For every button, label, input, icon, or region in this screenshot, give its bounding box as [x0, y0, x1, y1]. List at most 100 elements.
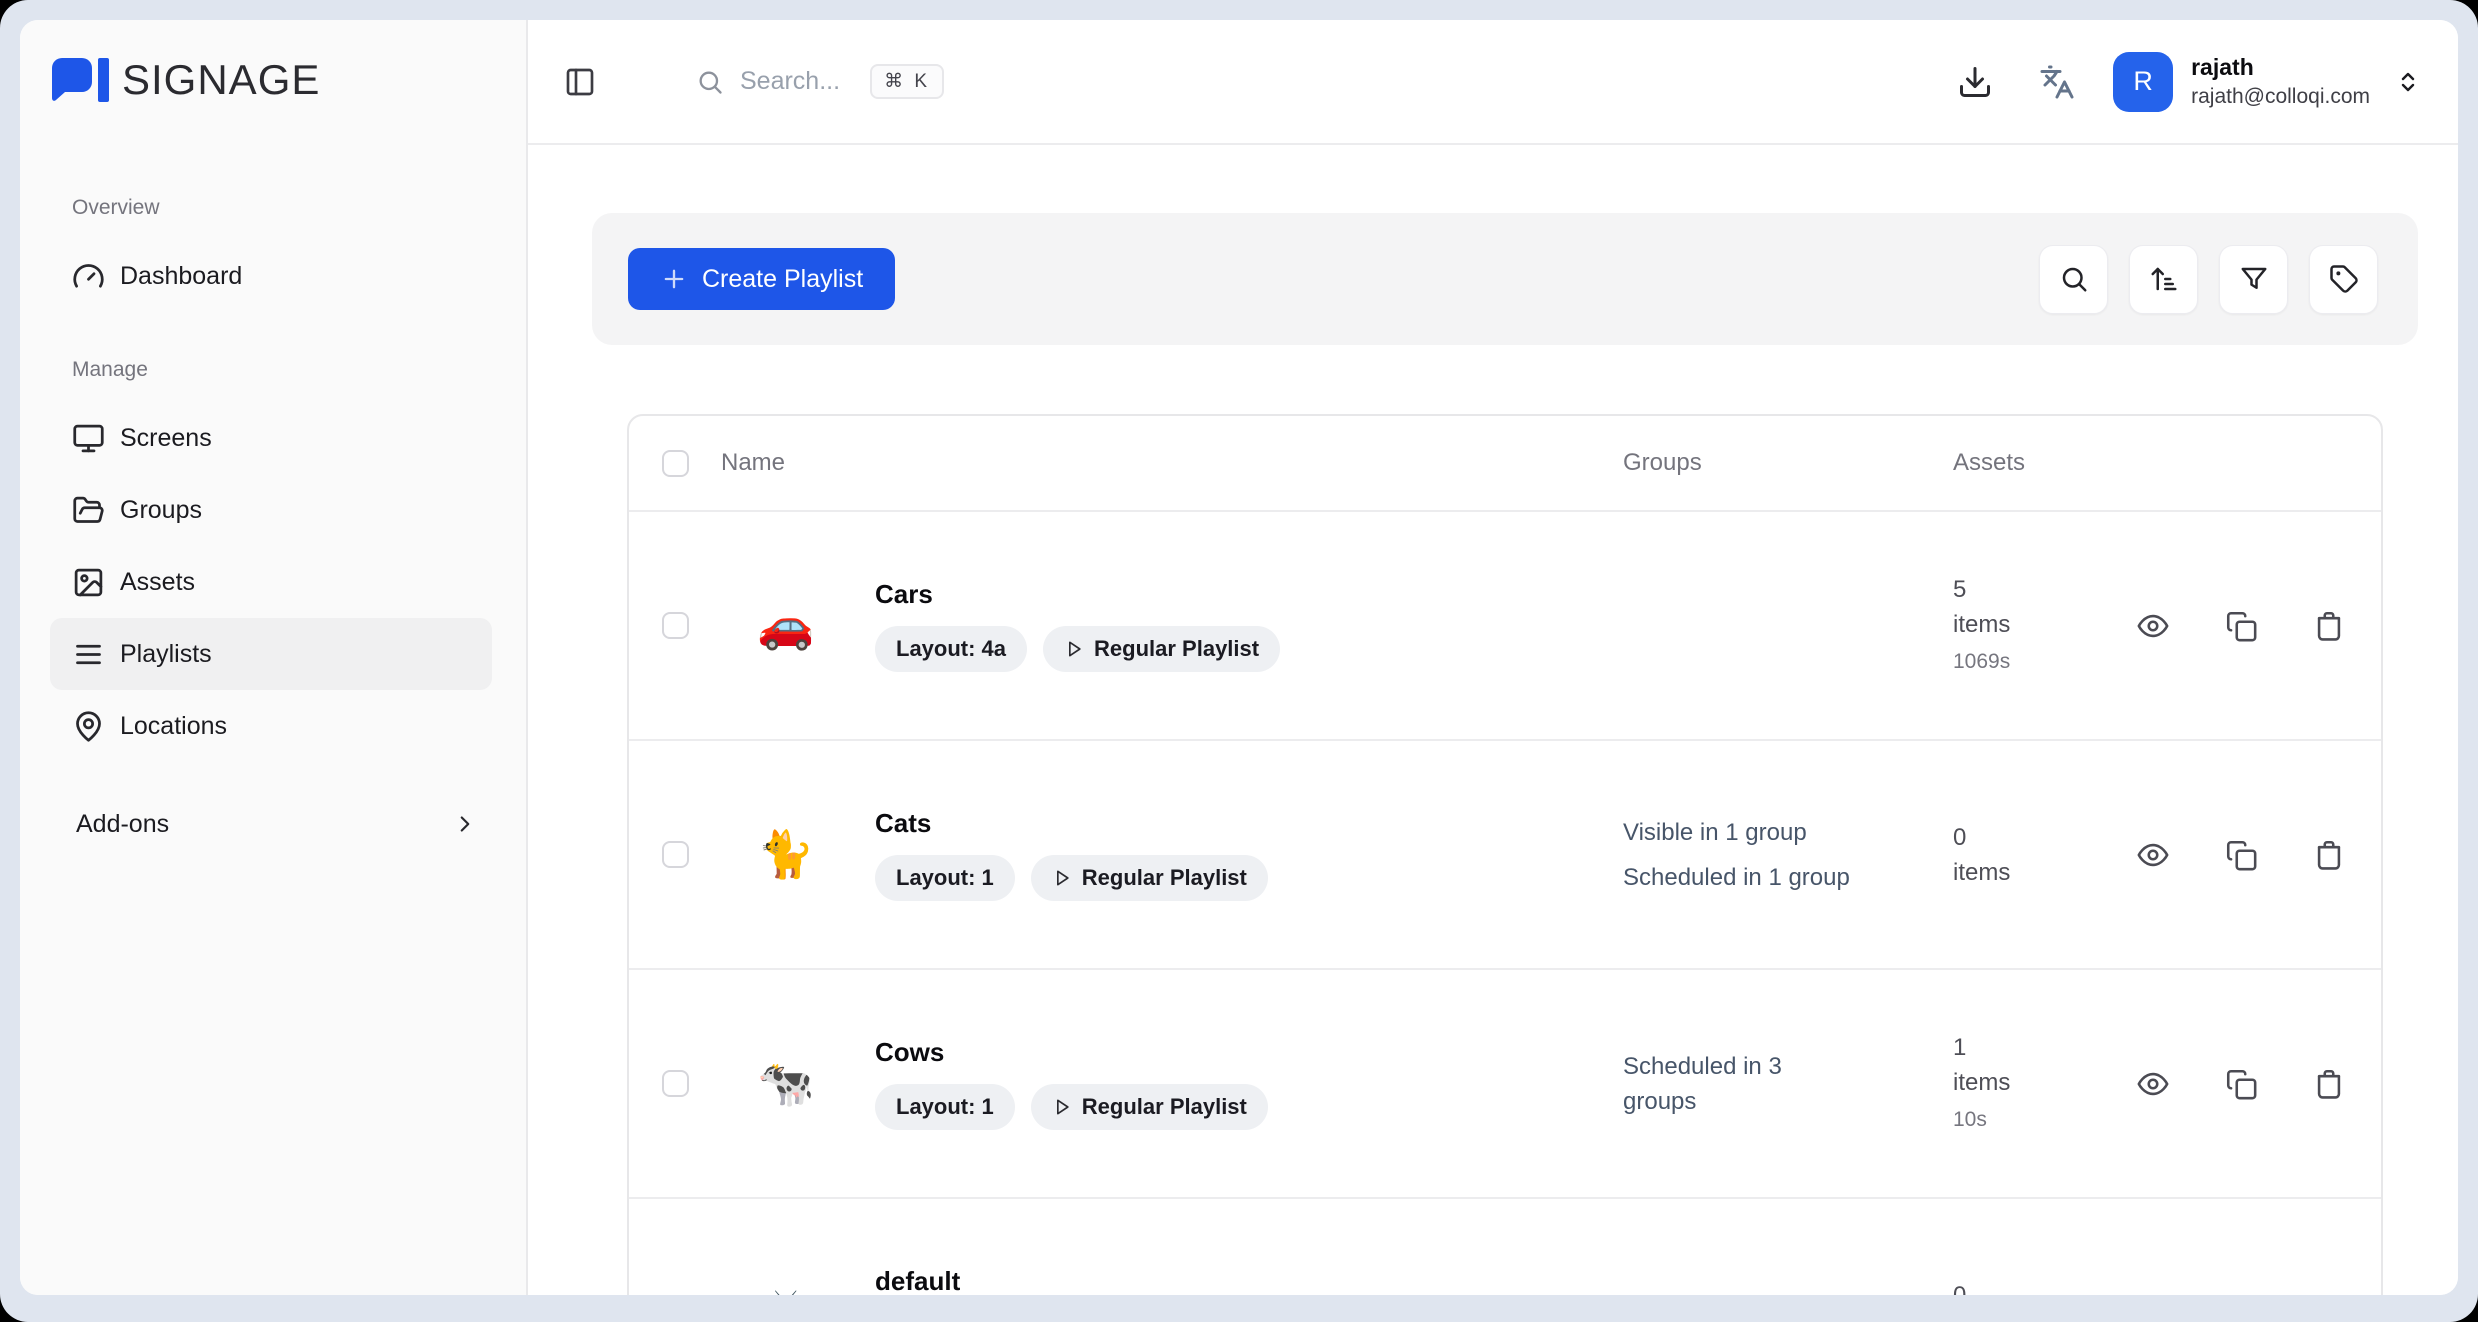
- sidebar-item-label: Screens: [120, 424, 212, 453]
- play-icon: [1052, 1097, 1072, 1117]
- plus-icon: [660, 265, 688, 293]
- tag-button[interactable]: [2309, 245, 2378, 314]
- duplicate-button[interactable]: [2221, 606, 2261, 646]
- logo-text: SIGNAGE: [122, 56, 320, 104]
- trash-icon: [2312, 1067, 2346, 1101]
- playlist-emoji: 🚗: [757, 598, 813, 653]
- play-icon: [1064, 639, 1084, 659]
- user-email: rajath@colloqi.com: [2191, 86, 2370, 107]
- sidebar-item-playlists[interactable]: Playlists: [50, 618, 492, 690]
- assets-count: 0 items: [1953, 820, 2025, 890]
- duplicate-button[interactable]: [2221, 1064, 2261, 1104]
- folder-open-icon: [72, 494, 105, 527]
- table-row-cars: 🚗 Cars Layout: 4a Regular Playlist: [629, 510, 2381, 739]
- filter-button[interactable]: [2219, 245, 2288, 314]
- sidebar-item-label: Playlists: [120, 640, 212, 669]
- row-actions: [2133, 1064, 2381, 1104]
- playlist-name[interactable]: Cats: [875, 808, 1268, 839]
- topbar: Search... ⌘ K R rajath rajath@colloqi.co…: [528, 20, 2458, 145]
- table-row-default: 📺 default 0 items: [629, 1197, 2381, 1295]
- header-assets: Assets: [1953, 449, 2133, 477]
- header-name: Name: [721, 449, 1623, 477]
- play-icon: [1052, 868, 1072, 888]
- assets-cell: 0 items: [1953, 820, 2133, 890]
- sort-button[interactable]: [2129, 245, 2198, 314]
- assets-cell: 0 items: [1953, 1278, 2133, 1296]
- group-status: Visible in 1 group: [1623, 815, 1853, 850]
- select-all-checkbox[interactable]: [662, 450, 689, 477]
- sidebar-item-screens[interactable]: Screens: [50, 402, 492, 474]
- row-actions: [2133, 1293, 2381, 1296]
- search-shortcut-badge: ⌘ K: [870, 64, 944, 99]
- duplicate-button[interactable]: [2221, 835, 2261, 875]
- assets-duration: 10s: [1953, 1102, 2133, 1137]
- view-button[interactable]: [2133, 1293, 2173, 1296]
- copy-icon: [2224, 838, 2258, 872]
- view-button[interactable]: [2133, 835, 2173, 875]
- assets-count: 1 items: [1953, 1030, 2025, 1100]
- monitor-icon: [72, 422, 105, 455]
- delete-button[interactable]: [2309, 1293, 2349, 1296]
- app-logo[interactable]: SIGNAGE: [50, 56, 526, 104]
- row-actions: [2133, 606, 2381, 646]
- group-status: Scheduled in 3 groups: [1623, 1049, 1853, 1119]
- type-badge: Regular Playlist: [1031, 1084, 1268, 1130]
- sidebar-item-groups[interactable]: Groups: [50, 474, 492, 546]
- assets-cell: 5 items 1069s: [1953, 572, 2133, 679]
- sidebar-item-label: Groups: [120, 496, 202, 525]
- row-checkbox[interactable]: [662, 612, 689, 639]
- trash-icon: [2312, 838, 2346, 872]
- group-status: Scheduled in 1 group: [1623, 860, 1853, 895]
- user-info: rajath rajath@colloqi.com: [2191, 56, 2370, 107]
- sidebar-item-label: Assets: [120, 568, 195, 597]
- view-button[interactable]: [2133, 606, 2173, 646]
- delete-button[interactable]: [2309, 835, 2349, 875]
- groups-cell: Scheduled in 3 groups: [1623, 1049, 1953, 1119]
- row-checkbox[interactable]: [662, 841, 689, 868]
- search-table-button[interactable]: [2039, 245, 2108, 314]
- sidebar-item-dashboard[interactable]: Dashboard: [50, 240, 492, 312]
- table-row-cats: 🐈 Cats Layout: 1 Regular Playlist: [629, 739, 2381, 968]
- header-groups: Groups: [1623, 449, 1953, 477]
- playlist-name[interactable]: Cows: [875, 1037, 1268, 1068]
- sidebar-item-assets[interactable]: Assets: [50, 546, 492, 618]
- delete-button[interactable]: [2309, 1064, 2349, 1104]
- search-icon: [2059, 264, 2089, 294]
- translate-button[interactable]: [2039, 64, 2075, 100]
- section-label-overview: Overview: [72, 196, 492, 220]
- chevron-right-icon: [452, 811, 478, 837]
- playlists-table: Name Groups Assets 🚗 Cars Layout: 4a: [627, 414, 2383, 1295]
- sidebar-item-locations[interactable]: Locations: [50, 690, 492, 762]
- filter-icon: [2239, 264, 2269, 294]
- map-pin-icon: [72, 710, 105, 743]
- delete-button[interactable]: [2309, 606, 2349, 646]
- duplicate-button[interactable]: [2221, 1293, 2261, 1296]
- panel-left-icon: [564, 66, 596, 98]
- section-label-manage: Manage: [72, 358, 492, 382]
- create-playlist-button[interactable]: Create Playlist: [628, 248, 895, 310]
- download-icon: [1957, 64, 1993, 100]
- sidebar: SIGNAGE Overview Dashboard Manage Screen…: [20, 20, 528, 1295]
- type-badge: Regular Playlist: [1043, 626, 1280, 672]
- eye-icon: [2136, 609, 2170, 643]
- view-button[interactable]: [2133, 1064, 2173, 1104]
- content: Create Playlist: [528, 145, 2458, 1295]
- playlist-name[interactable]: Cars: [875, 579, 1280, 610]
- playlist-emoji: 🐄: [757, 1056, 813, 1111]
- pisignage-logo-icon: [50, 56, 112, 104]
- row-checkbox[interactable]: [662, 1070, 689, 1097]
- sidebar-toggle-button[interactable]: [564, 66, 596, 98]
- download-button[interactable]: [1957, 64, 1993, 100]
- search-icon: [696, 68, 724, 96]
- user-menu[interactable]: R rajath rajath@colloqi.com: [2113, 52, 2420, 112]
- chevrons-up-down-icon: [2396, 70, 2420, 94]
- type-badge: Regular Playlist: [1031, 855, 1268, 901]
- addons-label: Add-ons: [76, 810, 169, 839]
- app-window: SIGNAGE Overview Dashboard Manage Screen…: [20, 20, 2458, 1295]
- playlist-emoji: 📺: [757, 1285, 813, 1295]
- image-icon: [72, 566, 105, 599]
- playlist-name[interactable]: default: [875, 1266, 960, 1295]
- search-input[interactable]: Search... ⌘ K: [696, 64, 944, 99]
- sidebar-item-addons[interactable]: Add-ons: [50, 788, 492, 860]
- copy-icon: [2224, 609, 2258, 643]
